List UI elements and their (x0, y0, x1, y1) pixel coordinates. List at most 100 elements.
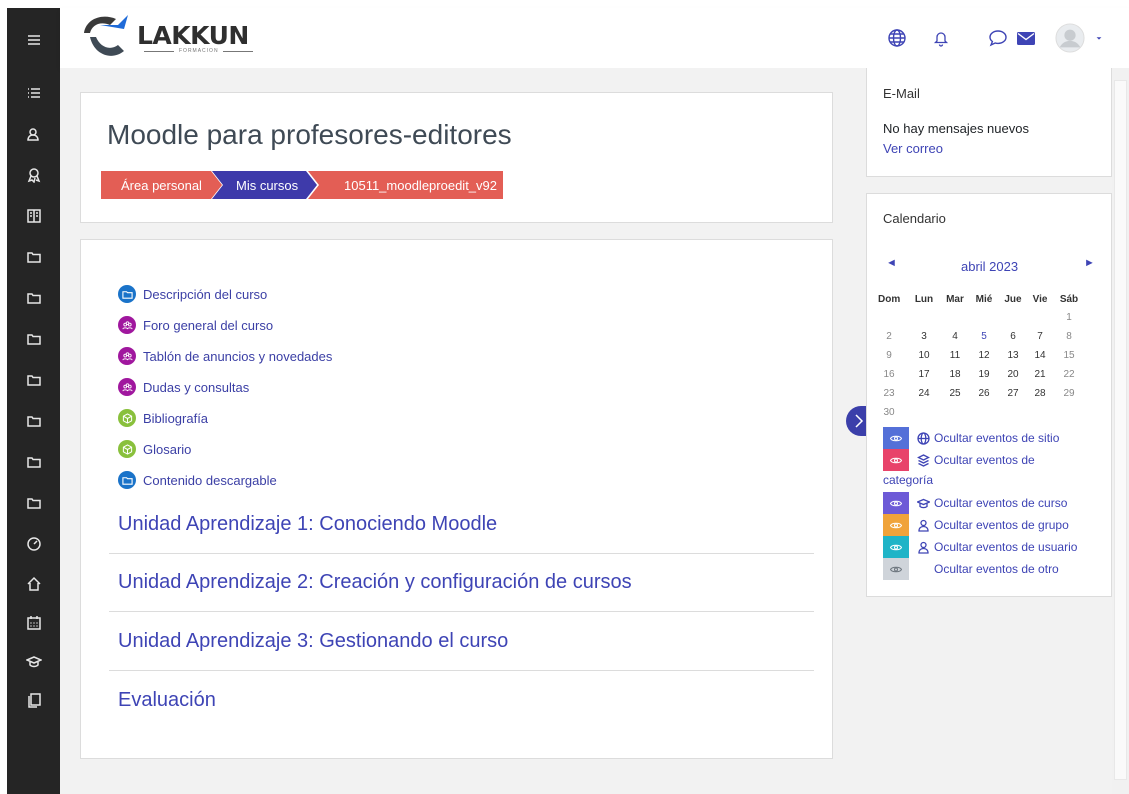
calendar-weekday-header: Mié (975, 294, 993, 305)
content-bank-icon[interactable] (7, 686, 60, 714)
section-divider (109, 670, 814, 671)
calendar-day: 3 (921, 331, 927, 342)
section-link-unidad-2[interactable]: Unidad Aprendizaje 2: Creación y configu… (118, 571, 632, 594)
email-envelope-icon[interactable] (1014, 26, 1038, 50)
event-filter-row[interactable]: Ocultar eventos de sitio (883, 427, 1059, 449)
event-filter-row[interactable]: Ocultar eventos de usuario (883, 536, 1077, 558)
participants-list-icon[interactable] (7, 79, 60, 107)
calendar-day: 17 (918, 369, 930, 380)
chevron-right-icon (855, 414, 864, 428)
event-filter-text: Ocultar eventos de (934, 453, 1035, 467)
calendar-month-label[interactable]: abril 2023 (961, 259, 1018, 274)
view-mail-link[interactable]: Ver correo (883, 141, 943, 156)
eye-icon[interactable] (883, 514, 909, 536)
folder-icon[interactable] (7, 284, 60, 312)
event-filter-text: Ocultar eventos de usuario (934, 540, 1078, 554)
left-nav-sidebar (7, 8, 60, 794)
calendar-day: 7 (1037, 331, 1043, 342)
brand-tagline: FORMACION (179, 48, 219, 54)
calendar-weekday-header: Dom (878, 294, 901, 305)
scrollbar-thumb[interactable] (1114, 80, 1127, 780)
event-filter-label[interactable]: Ocultar eventos de (909, 453, 1035, 467)
messages-chat-icon[interactable] (986, 26, 1010, 50)
forum-icon (118, 316, 136, 334)
calendar-day: 22 (1063, 369, 1075, 380)
calendar-prev-month[interactable]: ◄ (886, 257, 897, 269)
eye-icon[interactable] (883, 536, 909, 558)
glossary-icon (118, 440, 136, 458)
activity-bibliografia[interactable]: Bibliografía (118, 408, 208, 428)
activity-contenido[interactable]: Contenido descargable (118, 470, 277, 490)
folder-icon[interactable] (7, 243, 60, 271)
event-filter-label[interactable]: Ocultar eventos de sitio (909, 431, 1059, 445)
eye-icon[interactable] (883, 558, 909, 580)
site-logo[interactable]: LAKKUN FORMACION (80, 11, 260, 67)
block-title: E-Mail (883, 86, 920, 101)
activity-label: Glosario (143, 441, 192, 457)
block-title: Calendario (883, 211, 946, 226)
folder-icon[interactable] (7, 448, 60, 476)
graduation-cap-icon (917, 498, 930, 508)
event-filter-text: Ocultar eventos de sitio (934, 431, 1060, 445)
event-filter-label[interactable]: Ocultar eventos de curso (909, 496, 1067, 510)
user-avatar[interactable] (1054, 22, 1086, 54)
section-link-unidad-1[interactable]: Unidad Aprendizaje 1: Conociendo Moodle (118, 513, 497, 536)
calendar-day: 14 (1034, 350, 1046, 361)
window-top-edge (0, 0, 1129, 8)
calendar-day: 27 (1007, 388, 1019, 399)
event-filter-text-continued[interactable]: categoría (883, 473, 933, 487)
eye-icon[interactable] (883, 492, 909, 514)
user-icon (918, 541, 929, 554)
activity-glosario[interactable]: Glosario (118, 439, 191, 459)
calendar-icon[interactable] (7, 609, 60, 637)
user-menu-caret-icon[interactable] (1093, 26, 1105, 50)
page-title: Moodle para profesores-editores (107, 119, 512, 150)
email-block: E-Mail No hay mensajes nuevos Ver correo (866, 68, 1112, 177)
folder-icon[interactable] (7, 325, 60, 353)
hamburger-menu-icon[interactable] (7, 26, 60, 54)
home-icon[interactable] (7, 570, 60, 598)
activity-descripcion[interactable]: Descripción del curso (118, 284, 267, 304)
forum-icon (118, 347, 136, 365)
calendar-day-with-event[interactable]: 5 (973, 331, 995, 342)
event-filter-row[interactable]: Ocultar eventos de otro (883, 558, 1059, 580)
top-navbar: LAKKUN FORMACION (60, 8, 1129, 68)
activity-tablon[interactable]: Tablón de anuncios y novedades (118, 346, 332, 366)
breadcrumb-mis-cursos[interactable]: Mis cursos (212, 171, 317, 199)
event-filter-row[interactable]: Ocultar eventos de grupo (883, 514, 1069, 536)
group-icon (918, 519, 929, 532)
grades-book-icon[interactable] (7, 202, 60, 230)
breadcrumb-area-personal[interactable]: Área personal (101, 171, 222, 199)
event-filter-row[interactable]: Ocultar eventos de curso (883, 492, 1067, 514)
event-filter-label[interactable]: Ocultar eventos de grupo (909, 518, 1069, 532)
event-filter-row[interactable]: Ocultar eventos de (883, 449, 1035, 471)
participants-icon[interactable] (7, 120, 60, 148)
activity-dudas[interactable]: Dudas y consultas (118, 377, 249, 397)
folder-icon[interactable] (7, 366, 60, 394)
event-filter-text: Ocultar eventos de grupo (934, 518, 1069, 532)
calendar-weekday-header: Sáb (1059, 294, 1079, 305)
event-filter-label[interactable]: Ocultar eventos de usuario (909, 540, 1077, 554)
calendar-next-month[interactable]: ► (1084, 257, 1095, 269)
section-divider (109, 611, 814, 612)
calendar-day: 28 (1034, 388, 1046, 399)
language-globe-icon[interactable] (885, 26, 909, 50)
breadcrumb-course[interactable]: 10511_moodleproedit_v92 (308, 171, 503, 199)
calendar-day: 26 (978, 388, 990, 399)
section-link-evaluacion[interactable]: Evaluación (118, 689, 216, 712)
calendar-day: 2 (886, 331, 892, 342)
section-link-unidad-3[interactable]: Unidad Aprendizaje 3: Gestionando el cur… (118, 630, 508, 653)
notifications-bell-icon[interactable] (929, 26, 953, 50)
calendar-day: 16 (883, 369, 895, 380)
folder-icon[interactable] (7, 489, 60, 517)
activity-foro-general[interactable]: Foro general del curso (118, 315, 273, 335)
eye-icon[interactable] (883, 427, 909, 449)
folder-icon[interactable] (7, 407, 60, 435)
event-filter-label[interactable]: Ocultar eventos de otro (909, 562, 1059, 576)
calendar-day: 13 (1007, 350, 1019, 361)
badges-icon[interactable] (7, 161, 60, 189)
graduation-cap-icon[interactable] (7, 648, 60, 676)
dashboard-gauge-icon[interactable] (7, 530, 60, 558)
calendar-weekday-header: Lun (914, 294, 934, 305)
eye-icon[interactable] (883, 449, 909, 471)
